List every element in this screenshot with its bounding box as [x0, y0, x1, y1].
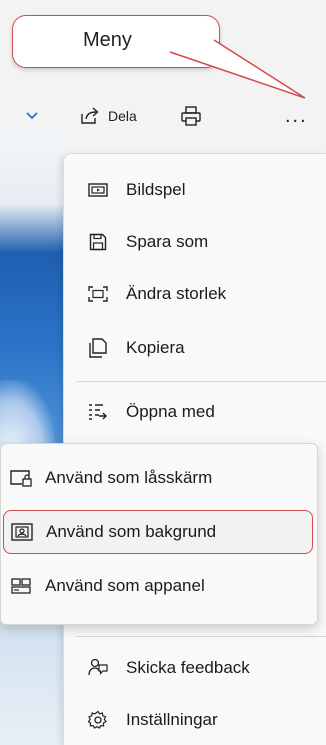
menu-item-label: Ändra storlek	[126, 284, 227, 303]
resize-icon	[86, 282, 110, 306]
feedback-icon	[86, 656, 110, 680]
set-as-submenu: Använd som låsskärm Använd som bakgrund …	[0, 443, 318, 625]
more-options-button[interactable]: ...	[285, 92, 308, 140]
settings-icon	[86, 708, 110, 732]
menu-item-label: Bildspel	[126, 180, 186, 199]
background-icon	[10, 520, 34, 544]
menu-item-copy[interactable]: Kopiera	[64, 326, 326, 370]
menu-separator	[77, 636, 326, 637]
submenu-item-label: Använd som appanel	[45, 576, 205, 595]
menu-item-save-as[interactable]: Spara som	[64, 220, 326, 264]
menu-item-send-feedback[interactable]: Skicka feedback	[64, 646, 326, 690]
callout-bubble: Meny	[12, 15, 220, 68]
expand-chevron-button[interactable]	[26, 92, 38, 140]
share-icon	[81, 107, 99, 124]
open-with-icon	[86, 400, 110, 424]
menu-item-open-with[interactable]: Öppna med	[64, 390, 326, 434]
menu-item-label: Skicka feedback	[126, 658, 250, 677]
menu-item-label: Spara som	[126, 232, 209, 251]
menu-item-label: Öppna med	[126, 402, 215, 421]
share-label: Dela	[108, 108, 137, 124]
chevron-down-icon	[26, 112, 38, 120]
app-panel-icon	[9, 574, 33, 598]
callout-text: Meny	[83, 29, 132, 51]
submenu-item-label: Använd som låsskärm	[45, 468, 213, 487]
menu-item-slideshow[interactable]: Bildspel	[64, 168, 326, 212]
menu-item-resize[interactable]: Ändra storlek	[64, 272, 326, 316]
print-button[interactable]	[180, 92, 202, 140]
more-icon: ...	[285, 104, 308, 127]
photos-app-window: Dela ... Meny Bildspel Spara som Ändra s…	[0, 0, 326, 745]
share-button[interactable]: Dela	[80, 92, 137, 140]
lock-screen-icon	[9, 466, 33, 490]
copy-icon	[86, 336, 110, 360]
submenu-item-lock-screen[interactable]: Använd som låsskärm	[1, 456, 319, 500]
menu-item-label: Kopiera	[126, 338, 185, 357]
menu-separator	[77, 381, 326, 382]
submenu-item-set-as-background[interactable]: Använd som bakgrund	[3, 510, 313, 554]
slideshow-icon	[86, 178, 110, 202]
toolbar: Dela ...	[0, 92, 326, 140]
save-icon	[86, 230, 110, 254]
background-photo	[0, 130, 70, 745]
menu-item-settings[interactable]: Inställningar	[64, 698, 326, 742]
submenu-item-label: Använd som bakgrund	[46, 522, 217, 541]
menu-item-label: Inställningar	[126, 710, 218, 729]
printer-icon	[181, 106, 201, 126]
submenu-item-app-panel[interactable]: Använd som appanel	[1, 564, 319, 608]
